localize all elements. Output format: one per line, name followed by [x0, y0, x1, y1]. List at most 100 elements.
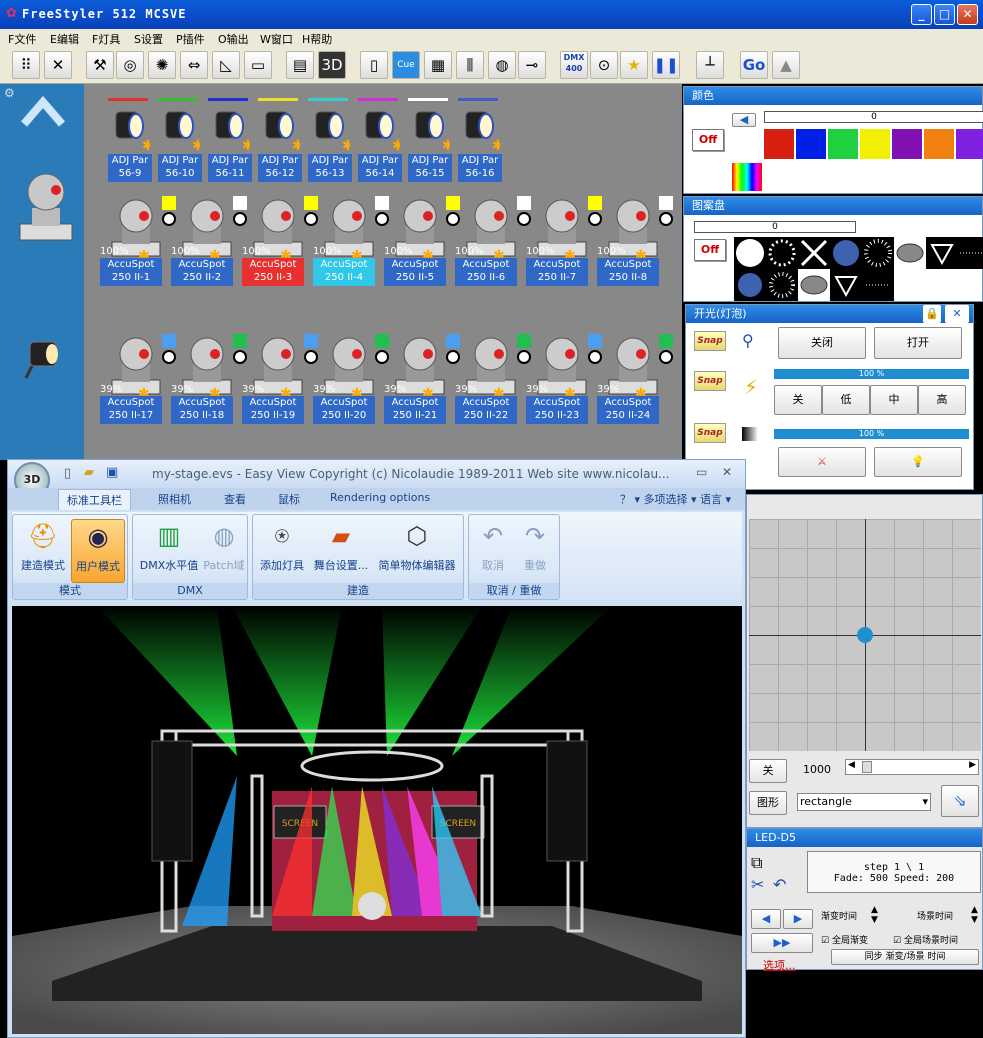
gobo-value-bar[interactable]: 0 — [694, 221, 856, 233]
go-button[interactable]: Go — [740, 51, 768, 79]
par-fixture-label[interactable]: ADJ Par 56-12 — [258, 154, 302, 182]
spot-fixture-label[interactable]: AccuSpot 250 II-20 — [313, 396, 375, 424]
ungroup-icon[interactable]: ✕ — [44, 51, 72, 79]
sync-time-button[interactable]: 同步 渐变/场景 时间 — [831, 949, 979, 965]
color-swatch[interactable] — [764, 129, 794, 159]
tab-camera[interactable]: 照相机 — [158, 491, 191, 507]
menu-fixtures[interactable]: F灯具 — [92, 31, 120, 47]
pause-icon[interactable]: ❚❚ — [652, 51, 680, 79]
gobo-dots-line-2-icon[interactable] — [862, 269, 894, 301]
color-prev-arrow-icon[interactable]: ◀ — [732, 113, 756, 127]
gobo-off-button[interactable]: Off — [694, 239, 726, 261]
strobe-off-button[interactable]: 关 — [774, 385, 822, 415]
color-wheel-icon[interactable]: ✺ — [148, 51, 176, 79]
gobo-open-circle-icon[interactable] — [734, 237, 766, 269]
dmx-400-icon[interactable]: DMX 400 — [560, 51, 588, 79]
spot-fixture-label[interactable]: AccuSpot 250 II-21 — [384, 396, 446, 424]
menu-window[interactable]: W窗口 — [260, 31, 293, 47]
gobo-dotted-ring-icon[interactable] — [766, 237, 798, 269]
minimize-button[interactable]: _ — [911, 4, 932, 25]
par-fixture-label[interactable]: ADJ Par 56-10 — [158, 154, 202, 182]
color-swatch[interactable] — [892, 129, 922, 159]
spot-fixture-label[interactable]: AccuSpot 250 II-24 — [597, 396, 659, 424]
gobo-x-icon[interactable] — [798, 237, 830, 269]
lamp-close-button[interactable]: 关闭 — [778, 327, 866, 359]
cut-icon[interactable]: ✂ — [751, 875, 764, 894]
dimmer-off-bulb-icon[interactable]: ⚔ — [778, 447, 866, 477]
lock-icon[interactable]: 🔒 — [923, 305, 941, 323]
color-off-button[interactable]: Off — [692, 129, 724, 151]
user-mode-button[interactable]: ◉ 用户模式 — [71, 519, 125, 583]
menu-settings[interactable]: S设置 — [134, 31, 163, 47]
dimmer-on-bulb-icon[interactable]: 💡 — [874, 447, 962, 477]
faders-icon[interactable]: ⫼ — [456, 51, 484, 79]
spot-fixture-label[interactable]: AccuSpot 250 II-3 — [242, 258, 304, 286]
menu-file[interactable]: F文件 — [8, 31, 36, 47]
gobo-texture-blue-icon[interactable] — [830, 237, 862, 269]
menu-help[interactable]: H帮助 — [302, 31, 332, 47]
snap-button-1[interactable]: Snap — [694, 331, 726, 351]
global-fade-checkbox[interactable]: ☑ 全局渐变 — [821, 933, 868, 946]
undo-button[interactable]: ↶ 取消 — [473, 519, 513, 573]
prev-step-icon[interactable]: ◀ — [751, 909, 781, 929]
strobe-low-button[interactable]: 低 — [822, 385, 870, 415]
tab-standard-toolbar[interactable]: 标准工具栏 — [58, 489, 131, 510]
shape-size-slider[interactable]: ◀ ▶ — [845, 759, 979, 775]
patch-button[interactable]: ◍ Patch域 — [203, 519, 245, 573]
strobe-level-bar[interactable]: 100 % — [774, 369, 969, 379]
tab-view[interactable]: 查看 — [224, 491, 246, 507]
open-folder-icon[interactable]: ▰ — [84, 465, 94, 480]
gobo-triangle-icon[interactable] — [926, 237, 958, 269]
strobe-high-button[interactable]: 高 — [918, 385, 966, 415]
par-fixture-label[interactable]: ADJ Par 56-15 — [408, 154, 452, 182]
screen-icon[interactable]: ▭ — [244, 51, 272, 79]
shape-off-button[interactable]: 关 — [749, 759, 787, 783]
color-swatch[interactable] — [924, 129, 954, 159]
snap-button-3[interactable]: Snap — [694, 423, 726, 443]
pan-tilt-grid[interactable] — [749, 519, 981, 751]
spot-fixture-label[interactable]: AccuSpot 250 II-7 — [526, 258, 588, 286]
position-cursor-icon[interactable] — [857, 627, 873, 643]
spot-fixture-label[interactable]: AccuSpot 250 II-6 — [455, 258, 517, 286]
stage-view-icon[interactable]: ▤ — [286, 51, 314, 79]
options-link[interactable]: 选项... — [763, 957, 796, 973]
shape-direction-icon[interactable]: ⇘ — [941, 785, 979, 817]
strobe-mid-button[interactable]: 中 — [870, 385, 918, 415]
tool-wrench-icon[interactable]: ⚒ — [86, 51, 114, 79]
par-can-fixture-icon[interactable] — [22, 332, 66, 382]
collapse-up-chevron-icon[interactable] — [20, 92, 66, 128]
new-file-icon[interactable]: ▯ — [64, 466, 71, 481]
gobo-spiral-2-icon[interactable] — [798, 269, 830, 301]
par-can-icon[interactable]: ✱ — [110, 106, 154, 154]
shape-select[interactable]: rectangle ▾ — [797, 793, 931, 811]
par-fixture-label[interactable]: ADJ Par 56-13 — [308, 154, 352, 182]
menu-edit[interactable]: E编辑 — [50, 31, 79, 47]
spot-fixture-label[interactable]: AccuSpot 250 II-19 — [242, 396, 304, 424]
next-step-icon[interactable]: ▶ — [783, 909, 813, 929]
fast-forward-icon[interactable]: ▶▶ — [751, 933, 813, 953]
par-fixture-label[interactable]: ADJ Par 56-14 — [358, 154, 402, 182]
par-fixture-label[interactable]: ADJ Par 56-9 — [108, 154, 152, 182]
master-fader-icon[interactable]: ┴ — [696, 51, 724, 79]
ev-minimize-button[interactable]: ▭ — [696, 465, 707, 479]
settings-gear-icon[interactable]: ⚙ — [4, 86, 15, 100]
maximize-button[interactable]: □ — [934, 4, 955, 25]
spot-fixture-label[interactable]: AccuSpot 250 II-1 — [100, 258, 162, 286]
moving-head-fixture-icon[interactable] — [14, 168, 76, 248]
par-fixture-label[interactable]: ADJ Par 56-11 — [208, 154, 252, 182]
par-can-icon[interactable]: ✱ — [260, 106, 304, 154]
add-fixture-button[interactable]: ⍟ 添加灯具 — [255, 519, 309, 573]
3d-view-icon[interactable]: 3D — [318, 51, 346, 79]
sequence-icon[interactable]: ▦ — [424, 51, 452, 79]
triangle-icon[interactable]: ◺ — [212, 51, 240, 79]
tab-mouse[interactable]: 鼠标 — [278, 491, 300, 507]
spot-fixture-label[interactable]: AccuSpot 250 II-18 — [171, 396, 233, 424]
color-swatch[interactable] — [828, 129, 858, 159]
par-can-icon[interactable]: ✱ — [210, 106, 254, 154]
group-fixtures-icon[interactable]: ⠿ — [12, 51, 40, 79]
color-swatch[interactable] — [860, 129, 890, 159]
favorite-star-icon[interactable]: ★ — [620, 51, 648, 79]
undo-icon[interactable]: ↶ — [773, 875, 786, 894]
par-can-icon[interactable]: ✱ — [160, 106, 204, 154]
close-button[interactable]: ✕ — [957, 4, 978, 25]
